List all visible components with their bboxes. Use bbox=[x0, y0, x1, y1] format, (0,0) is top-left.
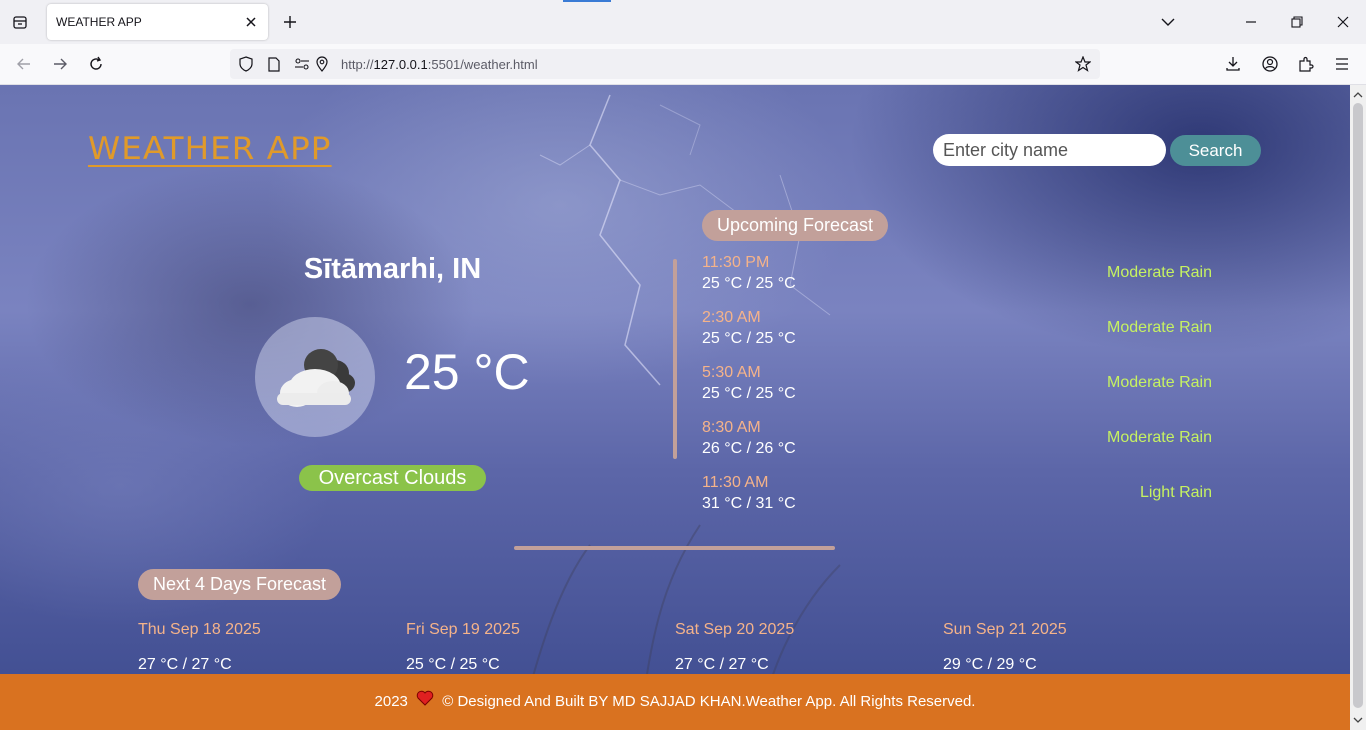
daily-temp: 29 °C / 29 °C bbox=[943, 656, 1037, 673]
daily-date: Sat Sep 20 2025 bbox=[675, 621, 795, 638]
overcast-clouds-icon bbox=[277, 349, 355, 407]
url-text[interactable]: http://127.0.0.1:5501/weather.html bbox=[341, 57, 538, 72]
scroll-down-icon[interactable] bbox=[1350, 712, 1366, 728]
browser-tab[interactable]: WEATHER APP bbox=[47, 4, 268, 40]
tab-activity-indicator bbox=[563, 0, 611, 2]
new-tab-icon[interactable] bbox=[280, 12, 300, 32]
url-scheme: http:// bbox=[341, 57, 374, 72]
forecast-time: 2:30 AM bbox=[702, 309, 761, 326]
forecast-description: Moderate Rain bbox=[1107, 264, 1212, 281]
chevron-down-icon[interactable] bbox=[1158, 12, 1178, 32]
app-logo: WEATHER APP bbox=[88, 131, 332, 167]
forecast-time: 5:30 AM bbox=[702, 364, 761, 381]
daily-forecast-item: Thu Sep 18 2025 27 °C / 27 °C bbox=[138, 621, 398, 674]
forecast-temp: 31 °C / 31 °C bbox=[702, 495, 796, 512]
city-search-input[interactable] bbox=[933, 134, 1166, 166]
forecast-description: Moderate Rain bbox=[1107, 319, 1212, 336]
upcoming-forecast-title: Upcoming Forecast bbox=[702, 210, 888, 241]
forecast-item: 11:30 AM 31 °C / 31 °C Light Rain bbox=[702, 474, 1212, 518]
tab-list-icon[interactable] bbox=[8, 10, 32, 34]
close-tab-icon[interactable] bbox=[242, 13, 260, 31]
location-icon[interactable] bbox=[314, 56, 330, 72]
forward-arrow-icon[interactable] bbox=[49, 53, 71, 75]
forecast-item: 5:30 AM 25 °C / 25 °C Moderate Rain bbox=[702, 364, 1212, 408]
forecast-temp: 25 °C / 25 °C bbox=[702, 330, 796, 347]
minimize-icon[interactable] bbox=[1241, 12, 1261, 32]
close-window-icon[interactable] bbox=[1333, 12, 1353, 32]
forecast-time: 11:30 AM bbox=[702, 474, 769, 491]
section-divider-horizontal bbox=[514, 546, 835, 550]
permissions-icon[interactable] bbox=[294, 56, 310, 72]
address-bar[interactable]: http://127.0.0.1:5501/weather.html bbox=[230, 49, 1100, 79]
restore-icon[interactable] bbox=[1287, 12, 1307, 32]
forecast-item: 8:30 AM 26 °C / 26 °C Moderate Rain bbox=[702, 419, 1212, 463]
forecast-temp: 25 °C / 25 °C bbox=[702, 275, 796, 292]
weather-condition-badge: Overcast Clouds bbox=[299, 465, 486, 491]
current-temperature: 25 °C bbox=[404, 344, 530, 400]
daily-forecast-item: Sat Sep 20 2025 27 °C / 27 °C bbox=[675, 621, 935, 674]
page-icon[interactable] bbox=[266, 56, 282, 72]
forecast-description: Light Rain bbox=[1139, 484, 1212, 501]
forecast-temp: 26 °C / 26 °C bbox=[702, 440, 796, 457]
scrollbar-thumb[interactable] bbox=[1353, 103, 1363, 708]
heart-icon bbox=[416, 674, 434, 730]
page-scrollbar[interactable] bbox=[1350, 85, 1366, 730]
forecast-divider-vertical bbox=[673, 259, 677, 459]
shield-icon[interactable] bbox=[238, 56, 254, 72]
daily-temp: 27 °C / 27 °C bbox=[675, 656, 769, 673]
browser-tab-bar: WEATHER APP bbox=[0, 0, 1366, 44]
scroll-up-icon[interactable] bbox=[1350, 87, 1366, 103]
back-arrow-icon[interactable] bbox=[13, 53, 35, 75]
forecast-time: 8:30 AM bbox=[702, 419, 761, 436]
reload-icon[interactable] bbox=[85, 53, 107, 75]
daily-temp: 27 °C / 27 °C bbox=[138, 656, 232, 673]
daily-temp: 25 °C / 25 °C bbox=[406, 656, 500, 673]
menu-icon[interactable] bbox=[1331, 53, 1353, 75]
daily-forecast-item: Sun Sep 21 2025 29 °C / 29 °C bbox=[943, 621, 1203, 674]
page-viewport: WEATHER APP Search Sītāmarhi, IN 25 °C O… bbox=[0, 85, 1350, 730]
forecast-item: 11:30 PM 25 °C / 25 °C Moderate Rain bbox=[702, 254, 1212, 298]
extensions-icon[interactable] bbox=[1295, 53, 1317, 75]
star-icon[interactable] bbox=[1075, 56, 1091, 72]
footer-year: 2023 bbox=[374, 693, 408, 710]
forecast-time: 11:30 PM bbox=[702, 254, 770, 271]
next-days-forecast-title: Next 4 Days Forecast bbox=[138, 569, 341, 600]
forecast-item: 2:30 AM 25 °C / 25 °C Moderate Rain bbox=[702, 309, 1212, 353]
tab-title: WEATHER APP bbox=[56, 15, 142, 29]
forecast-description: Moderate Rain bbox=[1107, 374, 1212, 391]
url-path: :5501/weather.html bbox=[427, 57, 538, 72]
daily-date: Fri Sep 19 2025 bbox=[406, 621, 520, 638]
download-icon[interactable] bbox=[1222, 53, 1244, 75]
daily-date: Thu Sep 18 2025 bbox=[138, 621, 261, 638]
footer-copyright: © Designed And Built BY MD SAJJAD KHAN.W… bbox=[442, 693, 976, 710]
page-footer: 2023 © Designed And Built BY MD SAJJAD K… bbox=[0, 674, 1350, 730]
forecast-temp: 25 °C / 25 °C bbox=[702, 385, 796, 402]
city-name: Sītāmarhi, IN bbox=[303, 253, 482, 285]
daily-forecast-item: Fri Sep 19 2025 25 °C / 25 °C bbox=[406, 621, 666, 674]
forecast-description: Moderate Rain bbox=[1107, 429, 1212, 446]
browser-nav-bar: http://127.0.0.1:5501/weather.html bbox=[0, 44, 1366, 85]
account-icon[interactable] bbox=[1259, 53, 1281, 75]
weather-icon-container bbox=[255, 317, 375, 437]
search-button[interactable]: Search bbox=[1170, 135, 1261, 166]
url-host: 127.0.0.1 bbox=[373, 57, 428, 72]
daily-date: Sun Sep 21 2025 bbox=[943, 621, 1067, 638]
